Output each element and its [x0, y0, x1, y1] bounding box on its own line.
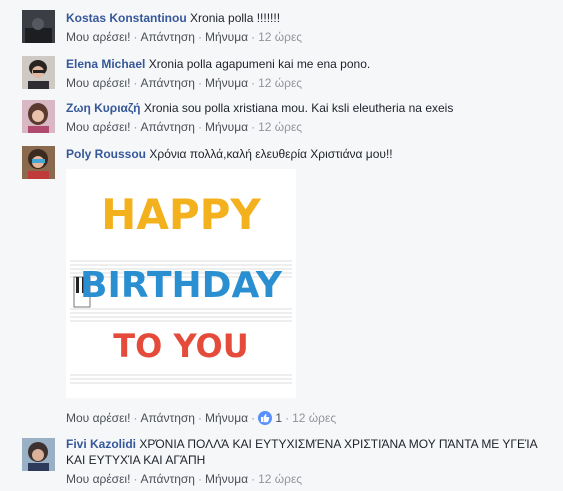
comment-author[interactable]: Fivi Kazolidi	[66, 437, 136, 451]
comment-author[interactable]: Elena Michael	[66, 57, 145, 71]
reply-link[interactable]: Απάντηση	[140, 30, 195, 44]
like-link[interactable]: Μου αρέσει!	[66, 120, 130, 134]
like-link[interactable]: Μου αρέσει!	[66, 30, 130, 44]
image-line-2: BIRTHDAY	[80, 265, 283, 306]
timestamp[interactable]: 12 ώρες	[258, 120, 302, 134]
message-link[interactable]: Μήνυμα	[205, 411, 248, 425]
comment-text: Χρόνια πολλά,καλή ελευθερία Χριστιάνα μο…	[149, 147, 393, 161]
avatar[interactable]	[22, 146, 55, 179]
like-link[interactable]: Μου αρέσει!	[66, 76, 130, 90]
comment-actions: Μου αρέσει! · Απάντηση · Μήνυμα · 12 ώρες	[66, 472, 303, 486]
comment-text: ΧΡΌΝΙΑ ΠΟΛΛΆ ΚΑΙ ΕΥΤΥΧΙΣΜΈΝΑ ΧΡΙΣΤΙΆΝΑ Μ…	[66, 437, 537, 467]
message-link[interactable]: Μήνυμα	[205, 472, 248, 486]
comment-author[interactable]: Poly Roussou	[66, 147, 146, 161]
image-line-3: TO YOU	[113, 327, 248, 365]
image-line-1: HAPPY	[101, 190, 261, 239]
avatar[interactable]	[22, 10, 55, 43]
comment-author[interactable]: Kostas Konstantinou	[66, 11, 187, 25]
attached-image[interactable]: HAPPY BIRTHDAY TO YOU	[66, 169, 296, 398]
timestamp[interactable]: 12 ώρες	[258, 472, 302, 486]
comment-thread: Kostas Konstantinou Xronia polla !!!!!!!…	[0, 0, 563, 491]
like-link[interactable]: Μου αρέσει!	[66, 472, 130, 486]
reply-link[interactable]: Απάντηση	[140, 76, 195, 90]
comment-text: Xronia sou polla xristiana mou. Kai ksli…	[143, 101, 454, 115]
comment-actions: Μου αρέσει! · Απάντηση · Μήνυμα · 12 ώρες	[66, 120, 303, 134]
timestamp[interactable]: 12 ώρες	[258, 76, 302, 90]
reply-link[interactable]: Απάντηση	[140, 472, 195, 486]
message-link[interactable]: Μήνυμα	[205, 30, 248, 44]
avatar[interactable]	[22, 100, 55, 133]
timestamp[interactable]: 12 ώρες	[292, 411, 336, 425]
like-link[interactable]: Μου αρέσει!	[66, 411, 130, 425]
message-link[interactable]: Μήνυμα	[205, 120, 248, 134]
timestamp[interactable]: 12 ώρες	[258, 30, 302, 44]
comment-actions: Μου αρέσει! · Απάντηση · Μήνυμα · 12 ώρες	[66, 76, 303, 90]
avatar[interactable]	[22, 438, 55, 471]
like-reaction-icon[interactable]	[258, 411, 273, 425]
comment-actions: Μου αρέσει! · Απάντηση · Μήνυμα · 12 ώρες	[66, 30, 303, 44]
comment-text: Xronia polla !!!!!!!	[190, 11, 281, 25]
comment-text: Xronia polla agapumeni kai me ena pono.	[148, 57, 371, 71]
message-link[interactable]: Μήνυμα	[205, 76, 248, 90]
reply-link[interactable]: Απάντηση	[140, 120, 195, 134]
reply-link[interactable]: Απάντηση	[140, 411, 195, 425]
avatar[interactable]	[22, 56, 55, 89]
comment-author[interactable]: Ζωη Κυριαζή	[66, 101, 140, 115]
comment-actions: Μου αρέσει! · Απάντηση · Μήνυμα · 1 · 12 ώρες	[66, 411, 337, 425]
